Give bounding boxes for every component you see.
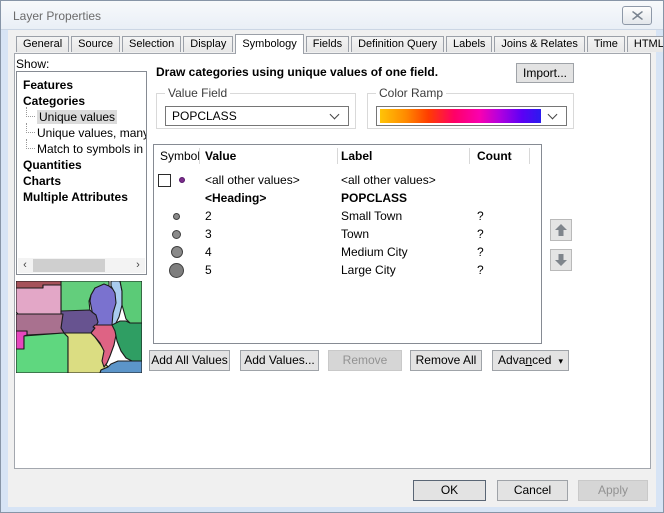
cancel-button[interactable]: Cancel xyxy=(497,480,568,501)
remove-all-button[interactable]: Remove All xyxy=(410,350,482,371)
tree-item-unique-values[interactable]: Unique values xyxy=(37,109,117,125)
move-down-button[interactable] xyxy=(550,249,572,271)
tab-symbology[interactable]: Symbology xyxy=(235,34,303,54)
column-header-value: Value xyxy=(205,149,236,163)
table-row[interactable]: <all other values> <all other values> xyxy=(154,171,541,189)
tree-item-charts[interactable]: Charts xyxy=(23,173,61,189)
tab-joins-relates[interactable]: Joins & Relates xyxy=(494,36,584,52)
table-row[interactable]: 4 Medium City ? xyxy=(154,243,541,261)
tree-connector xyxy=(26,139,35,149)
tab-html-popup[interactable]: HTML Popup xyxy=(627,36,664,52)
map-region xyxy=(112,321,142,361)
tree-item-features[interactable]: Features xyxy=(23,77,73,93)
arrow-up-icon xyxy=(554,223,568,237)
move-up-button[interactable] xyxy=(550,219,572,241)
scroll-left-icon[interactable]: ‹ xyxy=(18,258,32,273)
tree-connector xyxy=(26,123,35,133)
point-symbol-large xyxy=(171,246,183,258)
value-field-selected: POPCLASS xyxy=(166,109,331,123)
remove-button: Remove xyxy=(328,350,402,371)
column-header-count: Count xyxy=(477,149,512,163)
tree-connector xyxy=(26,107,35,117)
import-button[interactable]: Import... xyxy=(516,63,574,83)
tab-labels[interactable]: Labels xyxy=(446,36,492,52)
value-field-combobox[interactable]: POPCLASS xyxy=(165,106,349,126)
tab-selection[interactable]: Selection xyxy=(122,36,181,52)
all-other-values-checkbox[interactable] xyxy=(158,174,171,187)
map-preview xyxy=(16,281,142,373)
color-ramp-label: Color Ramp xyxy=(376,86,446,100)
tree-item-multiple-attributes[interactable]: Multiple Attributes xyxy=(23,189,128,205)
table-row[interactable]: 3 Town ? xyxy=(154,225,541,243)
close-button[interactable] xyxy=(622,6,652,25)
tab-source[interactable]: Source xyxy=(71,36,120,52)
map-region xyxy=(61,310,98,333)
value-field-group: Value Field POPCLASS xyxy=(156,93,356,129)
all-other-values-symbol xyxy=(179,177,185,183)
color-ramp-group: Color Ramp xyxy=(367,93,574,129)
chevron-down-icon xyxy=(330,109,340,119)
tree-item-unique-values-many[interactable]: Unique values, many xyxy=(37,125,147,141)
tab-fields[interactable]: Fields xyxy=(306,36,349,52)
show-label: Show: xyxy=(16,57,49,71)
unique-values-table: Symbol Value Label Count <all other valu… xyxy=(153,144,542,344)
tree-item-match-to-symbols[interactable]: Match to symbols in a xyxy=(37,141,147,157)
point-symbol-medium xyxy=(172,230,181,239)
tab-general[interactable]: General xyxy=(16,36,69,52)
table-row[interactable]: 5 Large City ? xyxy=(154,261,541,279)
map-region xyxy=(16,333,68,373)
advanced-button[interactable]: Advanced▾ xyxy=(492,350,569,371)
scrollbar-thumb[interactable] xyxy=(33,259,105,272)
tree-horizontal-scrollbar[interactable]: ‹ › xyxy=(18,258,145,273)
instruction-text: Draw categories using unique values of o… xyxy=(156,65,516,79)
color-ramp-gradient xyxy=(380,109,541,123)
arrow-down-icon xyxy=(554,253,568,267)
ok-button[interactable]: OK xyxy=(413,480,486,501)
point-symbol-small xyxy=(173,213,180,220)
tab-time[interactable]: Time xyxy=(587,36,625,52)
tab-display[interactable]: Display xyxy=(183,36,233,52)
map-region xyxy=(16,285,63,314)
tree-item-quantities[interactable]: Quantities xyxy=(23,157,82,173)
add-all-values-button[interactable]: Add All Values xyxy=(149,350,230,371)
chevron-down-icon xyxy=(548,109,558,119)
column-header-symbol: Symbol xyxy=(160,149,200,163)
color-ramp-combobox[interactable] xyxy=(376,106,567,126)
title-bar[interactable]: Layer Properties xyxy=(1,1,663,30)
column-header-label: Label xyxy=(341,149,372,163)
map-region xyxy=(120,281,142,323)
show-tree: Features Categories Unique values Unique… xyxy=(16,71,147,275)
layer-properties-dialog: Layer Properties General Source Selectio… xyxy=(0,0,664,513)
point-symbol-xlarge xyxy=(169,263,184,278)
scroll-right-icon[interactable]: › xyxy=(131,258,145,273)
window-title: Layer Properties xyxy=(13,9,101,23)
add-values-button[interactable]: Add Values... xyxy=(240,350,319,371)
tab-bar: General Source Selection Display Symbolo… xyxy=(16,33,664,53)
apply-button: Apply xyxy=(578,480,648,501)
table-row-heading[interactable]: <Heading> POPCLASS xyxy=(154,189,541,207)
tab-definition-query[interactable]: Definition Query xyxy=(351,36,444,52)
table-row[interactable]: 2 Small Town ? xyxy=(154,207,541,225)
dropdown-arrow-icon: ▾ xyxy=(558,356,563,366)
close-icon xyxy=(632,11,643,20)
value-field-label: Value Field xyxy=(165,86,230,100)
